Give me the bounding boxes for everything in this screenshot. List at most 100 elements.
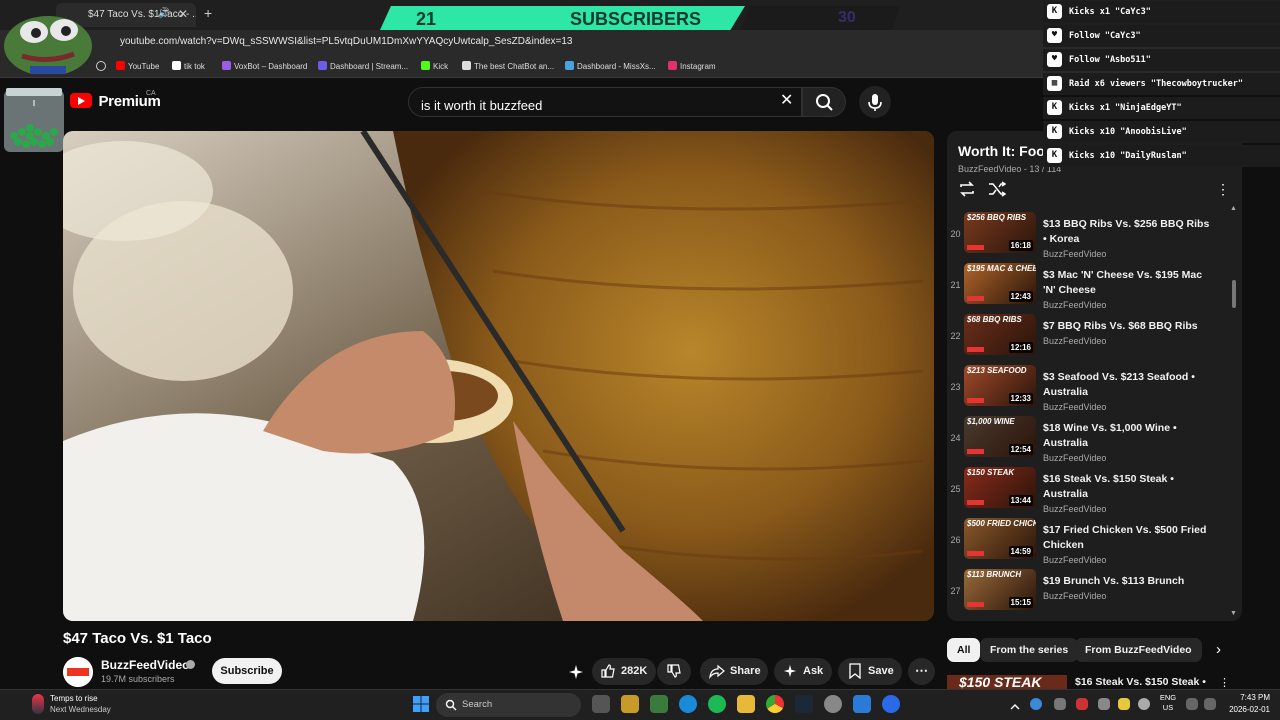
playlist-item-thumbnail[interactable]: $1,000 WINE 12:54 xyxy=(964,416,1036,457)
bookmark-item[interactable]: Dashboard - MissXs... xyxy=(565,61,656,71)
dislike-button[interactable] xyxy=(657,658,691,685)
playlist-item[interactable]: 20 $256 BBQ RIBS 16:18 $13 BBQ Ribs Vs. $25… xyxy=(947,209,1233,260)
weather-icon[interactable] xyxy=(32,694,44,714)
bookmark-item[interactable]: tik tok xyxy=(172,61,205,71)
playlist-item-thumbnail[interactable]: $500 FRIED CHICKEN 14:59 xyxy=(964,518,1036,559)
bookmark-item[interactable]: Instagram xyxy=(668,61,716,71)
channel-avatar[interactable] xyxy=(63,657,93,687)
playlist-item[interactable]: 28$79 RAMEN$3 Ramen Vs. $79 RamenBuzzFee… xyxy=(947,617,1233,620)
bookmark-item[interactable]: VoxBot – Dashboard xyxy=(222,61,307,71)
task-view-icon[interactable] xyxy=(592,695,610,713)
clock-date[interactable]: 2026-02-01 xyxy=(1216,705,1270,714)
close-icon[interactable]: ✕ xyxy=(178,7,188,21)
video-duration: 12:43 xyxy=(1008,291,1033,302)
subscriber-goal-banner: 21 SUBSCRIBERS 30 xyxy=(380,6,900,30)
notepad-icon[interactable] xyxy=(853,695,871,713)
playlist-scrollbar[interactable] xyxy=(1232,280,1236,308)
tray-folder-icon[interactable] xyxy=(1118,698,1130,710)
video-duration: 13:44 xyxy=(1008,495,1033,506)
playlist-item-index: 25 xyxy=(950,484,961,494)
more-horizontal-icon: ⋯ xyxy=(915,663,928,678)
playlist-item-thumbnail[interactable]: $150 STEAK 13:44 xyxy=(964,467,1036,508)
chevron-right-icon[interactable]: › xyxy=(1216,641,1221,658)
chrome-icon[interactable] xyxy=(766,695,784,713)
playlist-item-thumbnail[interactable]: $68 BBQ RIBS 12:16 xyxy=(964,314,1036,355)
obs-icon[interactable] xyxy=(824,695,842,713)
alert-item: ♥ Follow "Asbo511" xyxy=(1043,49,1280,71)
alert-item: K Kicks x1 "CaYc3" xyxy=(1043,1,1280,23)
new-tab-button[interactable]: + xyxy=(204,5,212,21)
language-indicator[interactable]: ENG US xyxy=(1158,693,1178,713)
windows-start-icon[interactable] xyxy=(412,695,430,713)
ask-sparkle-icon xyxy=(783,664,797,678)
playlist-item[interactable]: 22 $68 BBQ RIBS 12:16 $7 BBQ Ribs Vs. $68 B… xyxy=(947,311,1233,362)
taskbar-search[interactable]: Search xyxy=(436,693,581,717)
volume-icon[interactable] xyxy=(1204,698,1216,710)
playlist-item[interactable]: 26 $500 FRIED CHICKEN 14:59 $17 Fried Chick… xyxy=(947,515,1233,566)
shuffle-icon[interactable] xyxy=(988,181,1007,202)
search-button[interactable] xyxy=(802,87,846,117)
tray-mic-icon[interactable] xyxy=(1138,698,1150,710)
chip-from-the-series[interactable]: From the series xyxy=(980,638,1079,662)
sparkle-icon[interactable] xyxy=(568,664,584,685)
steam-icon[interactable] xyxy=(795,695,813,713)
tray-network-icon[interactable] xyxy=(1054,698,1066,710)
playlist-item-channel: BuzzFeedVideo xyxy=(1043,336,1107,346)
file-explorer-icon[interactable] xyxy=(737,695,755,713)
playlist-item[interactable]: 27 $113 BRUNCH 15:15 $19 Brunch Vs. $113 Br… xyxy=(947,566,1233,617)
wifi-icon[interactable] xyxy=(1186,698,1198,710)
clock-time[interactable]: 7:43 PM xyxy=(1226,693,1270,702)
spotify-icon[interactable] xyxy=(708,695,726,713)
playlist-item[interactable]: 21 $195 MAC & CHEESE 12:43 $3 Mac 'N' Chees… xyxy=(947,260,1233,311)
subscribe-button[interactable]: Subscribe xyxy=(212,658,282,684)
video-player[interactable] xyxy=(63,131,934,621)
playlist-item-thumbnail[interactable]: $256 BBQ RIBS 16:18 xyxy=(964,212,1036,253)
url-text[interactable]: youtube.com/watch?v=DWq_sSSWWSI&list=PL5… xyxy=(120,36,573,47)
bookmark-item[interactable]: YouTube xyxy=(116,61,159,71)
playlist-item-thumbnail[interactable]: $213 SEAFOOD 12:33 xyxy=(964,365,1036,406)
wow-icon[interactable] xyxy=(621,695,639,713)
video-frame-taco-image xyxy=(63,131,934,621)
tray-app-icon[interactable] xyxy=(1030,698,1042,710)
playlist-item-index: 21 xyxy=(950,280,961,290)
more-actions-button[interactable]: ⋯ xyxy=(908,658,935,685)
app-icon[interactable] xyxy=(882,695,900,713)
playlist-item-thumbnail[interactable]: $113 BRUNCH 15:15 xyxy=(964,569,1036,610)
ask-button[interactable]: Ask xyxy=(774,658,832,685)
clear-search-icon[interactable]: ✕ xyxy=(780,90,793,110)
chip-from-buzzfeedvideo[interactable]: From BuzzFeedVideo xyxy=(1075,638,1202,662)
playlist-menu-icon[interactable]: ⋮ xyxy=(1216,181,1230,198)
alert-text: Kicks x10 "AnoobisLive" xyxy=(1069,127,1187,137)
search-input[interactable] xyxy=(408,87,802,117)
playlist-item[interactable]: 23 $213 SEAFOOD 12:33 $3 Seafood Vs. $213 S… xyxy=(947,362,1233,413)
bookmark-item[interactable]: The best ChatBot an... xyxy=(462,61,554,71)
share-button[interactable]: Share xyxy=(700,658,768,685)
tray-shield-icon[interactable] xyxy=(1076,698,1088,710)
playlist-item-thumbnail[interactable]: $195 MAC & CHEESE 12:43 xyxy=(964,263,1036,304)
edge-icon[interactable] xyxy=(679,695,697,713)
raid-icon: ▦ xyxy=(1047,76,1062,91)
tray-display-icon[interactable] xyxy=(1098,698,1110,710)
scroll-down-icon[interactable]: ▼ xyxy=(1230,610,1237,617)
alert-item: ▦ Raid x6 viewers "Thecowboytrucker" xyxy=(1043,73,1280,95)
loop-playlist-icon[interactable] xyxy=(958,181,976,202)
next-video-thumbnail[interactable]: $150 STEAK xyxy=(947,675,1067,689)
scroll-up-icon[interactable]: ▲ xyxy=(1230,205,1237,212)
voice-search-button[interactable] xyxy=(859,86,891,118)
bookmark-item[interactable]: Kick xyxy=(421,61,448,71)
chevron-up-icon[interactable] xyxy=(1010,699,1020,710)
worth-it-badge-icon xyxy=(967,347,984,352)
like-button[interactable]: 282K xyxy=(592,658,656,685)
save-button[interactable]: Save xyxy=(838,658,902,685)
bookmark-item[interactable]: Dashboard | Stream... xyxy=(318,61,408,71)
playlist-item[interactable]: 25 $150 STEAK 13:44 $16 Steak Vs. $150 Stea… xyxy=(947,464,1233,515)
video-duration: 12:16 xyxy=(1008,342,1033,353)
game-launcher-icon[interactable] xyxy=(650,695,668,713)
playlist-item[interactable]: 24 $1,000 WINE 12:54 $18 Wine Vs. $1,000 Wi… xyxy=(947,413,1233,464)
weather-title[interactable]: Temps to rise xyxy=(50,694,98,703)
speaker-icon[interactable]: 🔊 xyxy=(158,8,170,19)
chip-all[interactable]: All xyxy=(947,638,981,662)
channel-name[interactable]: BuzzFeedVideo xyxy=(101,658,189,672)
next-video-title[interactable]: $16 Steak Vs. $150 Steak • xyxy=(1075,676,1206,688)
more-vertical-icon[interactable]: ⋮ xyxy=(1219,676,1230,689)
